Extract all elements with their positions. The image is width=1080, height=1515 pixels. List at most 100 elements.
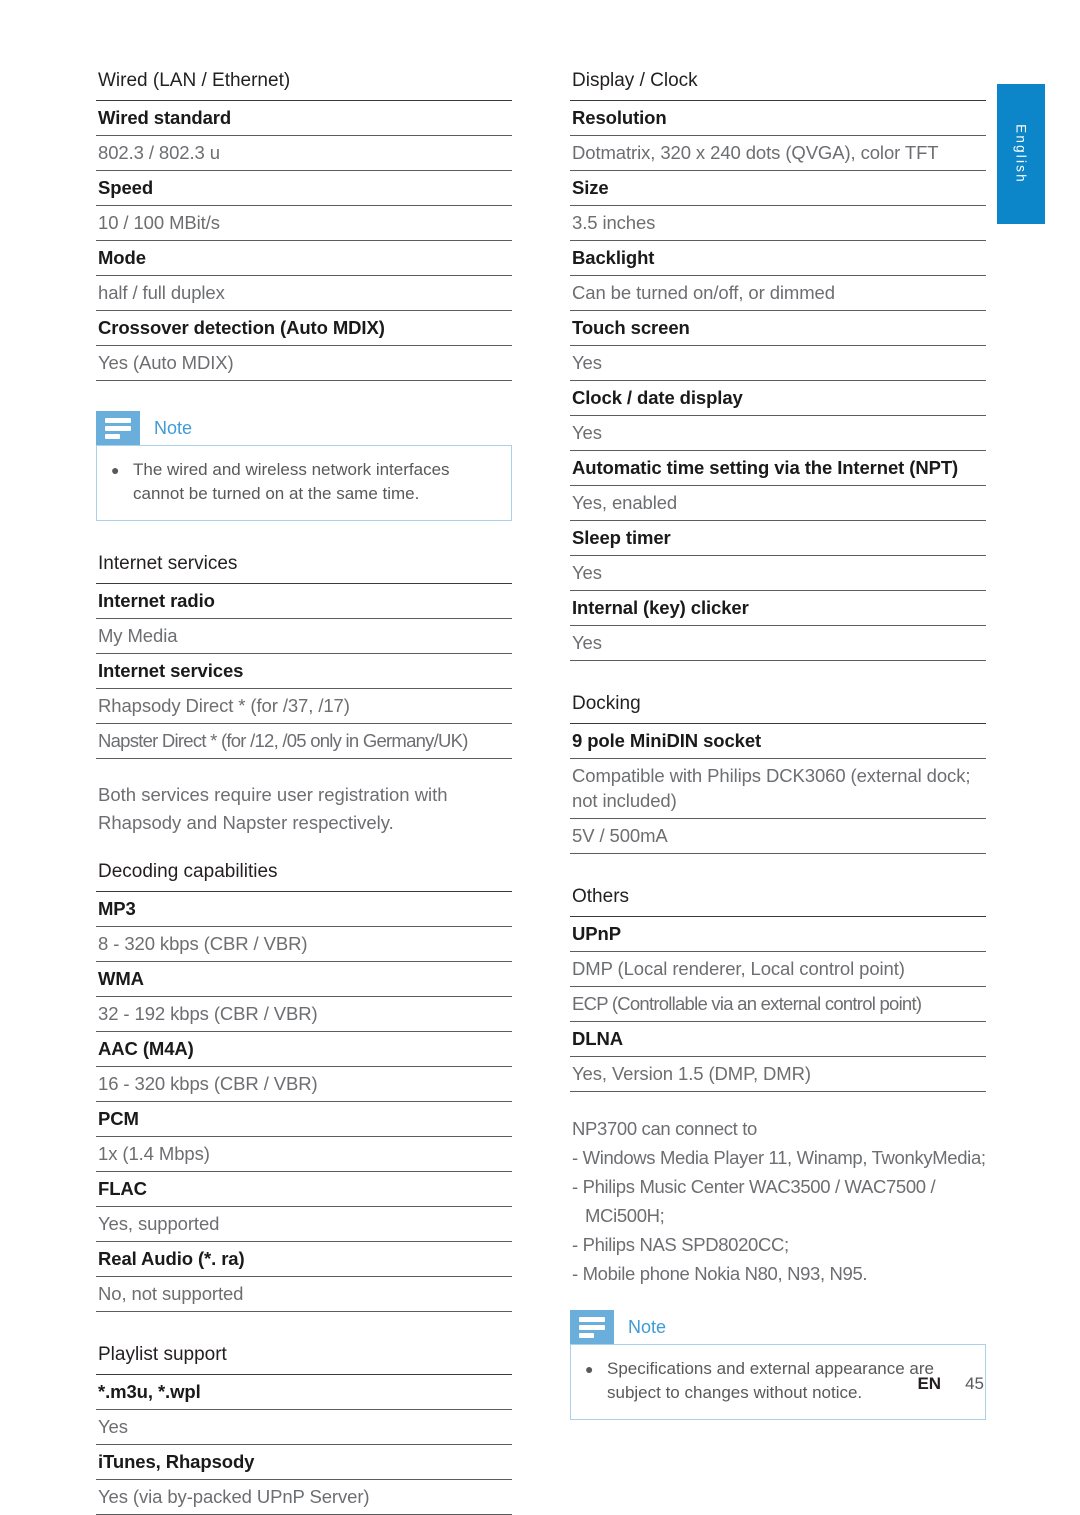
spec-row: Backlight <box>570 241 986 276</box>
spec-row: Crossover detection (Auto MDIX) <box>96 311 512 346</box>
spec-table-docking: 9 pole MiniDIN socket Compatible with Ph… <box>570 723 986 854</box>
note-header: Note <box>570 1310 986 1344</box>
spec-row: Yes, Version 1.5 (DMP, DMR) <box>570 1057 986 1092</box>
section-title-internet-services: Internet services <box>98 553 238 574</box>
footer-locale-code: EN <box>917 1374 942 1393</box>
bullet-dot: ● <box>111 462 120 478</box>
spec-row: 1x (1.4 Mbps) <box>96 1137 512 1172</box>
note-bullet-item: ● The wired and wireless network interfa… <box>111 458 497 506</box>
spec-table-display-clock: Resolution Dotmatrix, 320 x 240 dots (QV… <box>570 100 986 661</box>
section-playlist: Playlist support *.m3u, *.wpl Yes iTunes… <box>96 1342 512 1515</box>
note-title: Note <box>628 1316 667 1337</box>
spec-row: Mode <box>96 241 512 276</box>
spec-row: Yes <box>570 626 986 661</box>
spec-row: Yes (Auto MDIX) <box>96 346 512 381</box>
spec-row: half / full duplex <box>96 276 512 311</box>
spec-row: Internet radio <box>96 584 512 619</box>
spec-row: 10 / 100 MBit/s <box>96 206 512 241</box>
spec-row: Yes, supported <box>96 1207 512 1242</box>
spec-table-internet-services: Internet radio My Media Internet service… <box>96 583 512 759</box>
list-item: MCi500H; <box>585 1205 665 1226</box>
left-column: Wired (LAN / Ethernet) Wired standard 80… <box>96 68 512 1515</box>
section-title-display-clock: Display / Clock <box>572 70 698 91</box>
spec-row: 32 - 192 kbps (CBR / VBR) <box>96 997 512 1032</box>
spec-row: Touch screen <box>570 311 986 346</box>
spec-table-playlist: *.m3u, *.wpl Yes iTunes, Rhapsody Yes (v… <box>96 1374 512 1515</box>
note-title: Note <box>154 417 193 438</box>
section-decoding: Decoding capabilities MP3 8 - 320 kbps (… <box>96 859 512 1312</box>
spec-row: WMA <box>96 962 512 997</box>
section-title-playlist: Playlist support <box>98 1344 227 1365</box>
section-display-clock: Display / Clock Resolution Dotmatrix, 32… <box>570 68 986 661</box>
list-item: - Mobile phone Nokia N80, N93, N95. <box>572 1263 868 1284</box>
spec-row: No, not supported <box>96 1277 512 1312</box>
spec-row: PCM <box>96 1102 512 1137</box>
spec-row: Resolution <box>570 101 986 136</box>
note-box-network: Note ● The wired and wireless network in… <box>96 411 512 521</box>
spec-row: iTunes, Rhapsody <box>96 1445 512 1480</box>
spec-row: Speed <box>96 171 512 206</box>
spec-row: Clock / date display <box>570 381 986 416</box>
spec-row: 3.5 inches <box>570 206 986 241</box>
spec-row: AAC (M4A) <box>96 1032 512 1067</box>
section-docking: Docking 9 pole MiniDIN socket Compatible… <box>570 691 986 854</box>
note-icon <box>96 411 140 445</box>
note-bullet-text: The wired and wireless network interface… <box>133 460 450 503</box>
spec-row: Wired standard <box>96 101 512 136</box>
note-box-specifications: Note ● Specifications and external appea… <box>570 1310 986 1420</box>
spec-row: Can be turned on/off, or dimmed <box>570 276 986 311</box>
page-footer: EN 45 <box>0 1374 1080 1394</box>
spec-row: DLNA <box>570 1022 986 1057</box>
spec-row: Napster Direct * (for /12, /05 only in G… <box>96 724 512 759</box>
spec-row: Yes, enabled <box>570 486 986 521</box>
spec-row: Dotmatrix, 320 x 240 dots (QVGA), color … <box>570 136 986 171</box>
spec-row: Automatic time setting via the Internet … <box>570 451 986 486</box>
spec-table-wired: Wired standard 802.3 / 802.3 u Speed 10 … <box>96 100 512 381</box>
list-item: - Philips Music Center WAC3500 / WAC7500… <box>572 1176 936 1197</box>
spec-row: 8 - 320 kbps (CBR / VBR) <box>96 927 512 962</box>
spec-row: Yes <box>570 416 986 451</box>
spec-row: 16 - 320 kbps (CBR / VBR) <box>96 1067 512 1102</box>
spec-row: ECP (Controllable via an external contro… <box>570 987 986 1022</box>
spec-row: My Media <box>96 619 512 654</box>
spec-row: MP3 <box>96 892 512 927</box>
spec-row: Yes <box>570 346 986 381</box>
spec-row: 9 pole MiniDIN socket <box>570 724 986 759</box>
connectivity-intro: NP3700 can connect to <box>572 1118 757 1139</box>
spec-row: Real Audio (*. ra) <box>96 1242 512 1277</box>
spec-row: DMP (Local renderer, Local control point… <box>570 952 986 987</box>
right-column: Display / Clock Resolution Dotmatrix, 32… <box>570 68 986 1420</box>
note-header: Note <box>96 411 512 445</box>
list-item: - Windows Media Player 11, Winamp, Twonk… <box>572 1147 986 1168</box>
spec-row: Internal (key) clicker <box>570 591 986 626</box>
spec-row: FLAC <box>96 1172 512 1207</box>
footer-page-number: 45 <box>965 1374 984 1393</box>
section-title-decoding: Decoding capabilities <box>98 861 278 882</box>
spec-row: Internet services <box>96 654 512 689</box>
section-internet-services: Internet services Internet radio My Medi… <box>96 551 512 759</box>
connectivity-list: NP3700 can connect to - Windows Media Pl… <box>570 1114 986 1288</box>
section-title-others: Others <box>572 886 630 907</box>
note-body: ● The wired and wireless network interfa… <box>96 445 512 521</box>
spec-table-decoding: MP3 8 - 320 kbps (CBR / VBR) WMA 32 - 19… <box>96 891 512 1312</box>
note-icon <box>570 1310 614 1344</box>
spec-row: 5V / 500mA <box>570 819 986 854</box>
section-others: Others UPnP DMP (Local renderer, Local c… <box>570 884 986 1092</box>
section-wired: Wired (LAN / Ethernet) Wired standard 80… <box>96 68 512 381</box>
spec-row: Sleep timer <box>570 521 986 556</box>
page-content: Wired (LAN / Ethernet) Wired standard 80… <box>0 0 1080 1515</box>
spec-table-others: UPnP DMP (Local renderer, Local control … <box>570 916 986 1092</box>
spec-row: Yes (via by-packed UPnP Server) <box>96 1480 512 1515</box>
two-column-layout: Wired (LAN / Ethernet) Wired standard 80… <box>96 68 986 1515</box>
spec-row: UPnP <box>570 917 986 952</box>
spec-row: Size <box>570 171 986 206</box>
